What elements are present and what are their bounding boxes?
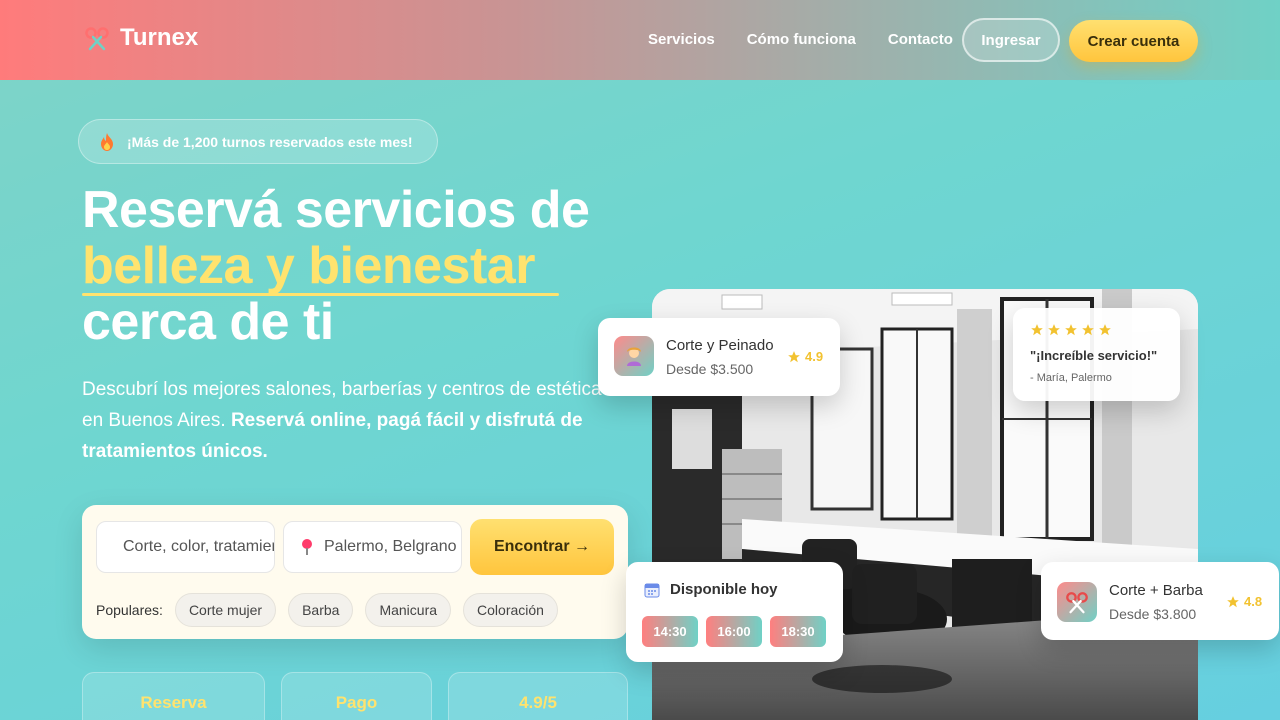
- availability-title: Disponible hoy: [670, 581, 778, 598]
- scissors-icon: [85, 27, 109, 51]
- login-button[interactable]: Ingresar: [962, 18, 1060, 62]
- fire-icon: [101, 132, 113, 151]
- star-icon: [1099, 324, 1111, 336]
- service-price: Desde $3.800: [1109, 606, 1197, 622]
- nav-link-contacto[interactable]: Contacto: [888, 31, 953, 48]
- service-search-placeholder: Corte, color, tratamientos: [123, 538, 274, 555]
- review-quote: "¡Increíble servicio!": [1030, 348, 1158, 363]
- service-price: Desde $3.500: [666, 361, 754, 377]
- service-name: Corte + Barba: [1109, 582, 1203, 599]
- star-icon: [1048, 324, 1060, 336]
- rating-value: 4.9: [805, 349, 824, 364]
- service-search-field[interactable]: Corte, color, tratamientos: [96, 521, 275, 573]
- brand-logo[interactable]: Turnex: [84, 24, 198, 52]
- stat-rating: 4.9/5: [448, 672, 628, 720]
- location-search-placeholder: Palermo, Belgrano: [324, 538, 457, 555]
- service-card-corte-peinado[interactable]: Corte y Peinado Desde $3.500 4.9: [598, 318, 840, 396]
- hero-title-line-3: cerca de ti: [82, 293, 334, 351]
- hero-title-line-1: Reservá servicios de: [82, 181, 590, 239]
- search-card: Corte, color, tratamientos Palermo, Belg…: [82, 505, 628, 639]
- time-slot[interactable]: 16:00: [706, 616, 762, 647]
- hero-title-line-2: belleza y bienestar: [82, 237, 535, 295]
- top-navbar: Turnex Servicios Cómo funciona Contacto …: [0, 0, 1280, 80]
- star-icon: [1031, 324, 1043, 336]
- time-slot[interactable]: 14:30: [642, 616, 698, 647]
- star-icon: [1082, 324, 1094, 336]
- signup-button[interactable]: Crear cuenta: [1069, 20, 1198, 62]
- brand-name: Turnex: [120, 24, 199, 51]
- star-icon: [1227, 595, 1239, 607]
- availability-header: Disponible hoy: [644, 581, 778, 598]
- chip-corte-mujer[interactable]: Corte mujer: [174, 593, 277, 627]
- service-rating: 4.8: [1226, 594, 1262, 609]
- popular-label: Populares:: [96, 602, 163, 618]
- scissors-icon: [1057, 582, 1097, 622]
- review-card: "¡Increíble servicio!" - María, Palermo: [1013, 308, 1180, 401]
- location-search-field[interactable]: Palermo, Belgrano: [283, 521, 462, 573]
- nav-link-como-funciona[interactable]: Cómo funciona: [747, 31, 856, 48]
- popular-searches: Populares: Corte mujer Barba Manicura Co…: [96, 593, 558, 627]
- rating-value: 4.8: [1244, 594, 1263, 609]
- service-rating: 4.9: [787, 349, 823, 364]
- time-slot[interactable]: 18:30: [770, 616, 826, 647]
- chip-coloracion[interactable]: Coloración: [463, 593, 558, 627]
- nav-link-servicios[interactable]: Servicios: [648, 31, 715, 48]
- calendar-icon: [644, 583, 660, 597]
- find-button[interactable]: Encontrar →: [470, 519, 614, 575]
- availability-card: Disponible hoy 14:30 16:00 18:30: [626, 562, 843, 662]
- time-slots: 14:30 16:00 18:30: [642, 616, 826, 647]
- nav-links: Servicios Cómo funciona Contacto: [648, 31, 953, 48]
- stat-pago: Pago: [281, 672, 432, 720]
- review-author: - María, Palermo: [1030, 372, 1112, 384]
- chip-barba[interactable]: Barba: [288, 593, 354, 627]
- pin-icon: [302, 539, 312, 555]
- promo-badge-text: ¡Más de 1,200 turnos reservados este mes…: [127, 133, 413, 150]
- hero-description: Descubrí los mejores salones, barberías …: [82, 374, 602, 467]
- star-icon: [1065, 324, 1077, 336]
- chip-manicura[interactable]: Manicura: [365, 593, 452, 627]
- hairdresser-icon: [614, 336, 654, 376]
- service-card-corte-barba[interactable]: Corte + Barba Desde $3.800 4.8: [1041, 562, 1279, 640]
- star-icon: [788, 350, 800, 362]
- stat-reserva: Reserva: [82, 672, 265, 720]
- service-name: Corte y Peinado: [666, 337, 774, 354]
- review-stars: [1030, 323, 1112, 337]
- promo-badge: ¡Más de 1,200 turnos reservados este mes…: [78, 119, 438, 164]
